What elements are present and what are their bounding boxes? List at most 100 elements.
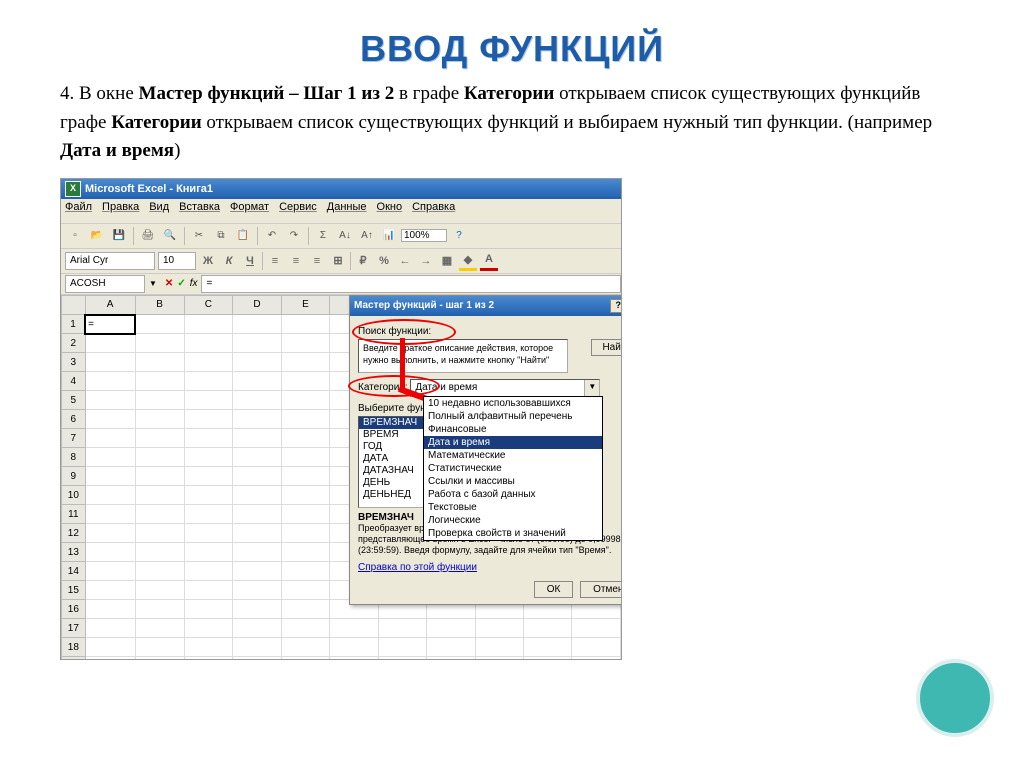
cell[interactable]	[281, 372, 330, 391]
cell[interactable]	[233, 638, 282, 657]
sort-asc-icon[interactable]: A↓	[335, 226, 355, 246]
dropdown-option[interactable]: Финансовые	[424, 423, 602, 436]
formula-input[interactable]: =	[201, 275, 621, 293]
row-header[interactable]: 16	[62, 600, 86, 619]
undo-icon[interactable]: ↶	[262, 226, 282, 246]
cell[interactable]	[281, 619, 330, 638]
cell[interactable]	[233, 524, 282, 543]
name-box[interactable]: ACOSH	[65, 275, 145, 293]
dropdown-option[interactable]: Проверка свойств и значений	[424, 527, 602, 540]
menu-item[interactable]: Файл	[65, 201, 92, 221]
save-icon[interactable]: 💾	[109, 226, 129, 246]
cell[interactable]	[281, 524, 330, 543]
cell[interactable]	[233, 429, 282, 448]
cell[interactable]	[572, 638, 621, 657]
indent-dec-icon[interactable]: ←	[396, 252, 414, 270]
menu-item[interactable]: Вид	[149, 201, 169, 221]
cell[interactable]	[475, 638, 523, 657]
row-header[interactable]: 5	[62, 391, 86, 410]
namebox-arrow-icon[interactable]: ▼	[149, 279, 157, 288]
align-left-icon[interactable]: ≡	[266, 252, 284, 270]
cell[interactable]	[135, 486, 184, 505]
open-icon[interactable]: 📂	[87, 226, 107, 246]
fx-icon[interactable]: fx	[190, 278, 198, 289]
chart-icon[interactable]: 📊	[379, 226, 399, 246]
cell[interactable]	[281, 486, 330, 505]
corner-cell[interactable]	[62, 295, 86, 315]
cell[interactable]	[85, 562, 135, 581]
cell[interactable]	[281, 391, 330, 410]
cell[interactable]	[281, 334, 330, 353]
bold-icon[interactable]: Ж	[199, 252, 217, 270]
cell[interactable]	[524, 657, 572, 660]
fillcolor-icon[interactable]: ◆	[459, 250, 477, 271]
help-link[interactable]: Справка по этой функции	[358, 562, 477, 573]
cell[interactable]	[85, 657, 135, 660]
dropdown-option[interactable]: 10 недавно использовавшихся	[424, 397, 602, 410]
preview-icon[interactable]: 🔍	[160, 226, 180, 246]
row-header[interactable]: 3	[62, 353, 86, 372]
cell[interactable]	[135, 562, 184, 581]
cell[interactable]	[427, 657, 476, 660]
percent-icon[interactable]: %	[375, 252, 393, 270]
cell[interactable]	[572, 657, 621, 660]
search-input[interactable]: Введите краткое описание действия, котор…	[358, 339, 568, 373]
merge-icon[interactable]: ⊞	[329, 252, 347, 270]
help-button-icon[interactable]: ?	[610, 299, 622, 313]
enter-formula-icon[interactable]: ✓	[177, 278, 185, 289]
underline-icon[interactable]: Ч	[241, 252, 259, 270]
row-header[interactable]: 12	[62, 524, 86, 543]
row-header[interactable]: 8	[62, 448, 86, 467]
cell[interactable]	[135, 581, 184, 600]
column-header[interactable]: C	[184, 295, 233, 315]
cell[interactable]	[233, 448, 282, 467]
column-header[interactable]: A	[85, 295, 135, 315]
cell[interactable]	[135, 448, 184, 467]
row-header[interactable]: 7	[62, 429, 86, 448]
cancel-button[interactable]: Отмена	[580, 581, 622, 598]
cell[interactable]	[281, 315, 330, 334]
currency-icon[interactable]: ₽	[354, 252, 372, 270]
cell[interactable]	[85, 429, 135, 448]
cell[interactable]	[184, 657, 233, 660]
cell[interactable]	[135, 524, 184, 543]
cell[interactable]	[330, 638, 378, 657]
print-icon[interactable]: 🖨	[138, 226, 158, 246]
cell[interactable]	[85, 410, 135, 429]
cell[interactable]	[135, 505, 184, 524]
row-header[interactable]: 1	[62, 315, 86, 334]
cell[interactable]	[85, 391, 135, 410]
ok-button[interactable]: ОК	[534, 581, 574, 598]
cell[interactable]	[378, 657, 427, 660]
cell[interactable]	[233, 391, 282, 410]
new-icon[interactable]: ▫	[65, 226, 85, 246]
cell[interactable]	[233, 543, 282, 562]
cell[interactable]	[135, 391, 184, 410]
menu-item[interactable]: Вставка	[179, 201, 220, 221]
cell[interactable]	[281, 543, 330, 562]
cell[interactable]	[184, 505, 233, 524]
cell[interactable]	[184, 334, 233, 353]
cell[interactable]	[233, 315, 282, 334]
row-header[interactable]: 18	[62, 638, 86, 657]
cell[interactable]	[135, 353, 184, 372]
spreadsheet-grid[interactable]: ABCDEFGHIJK1=234567891011121314151617181…	[61, 295, 621, 660]
find-button[interactable]: Найти	[591, 339, 622, 356]
cell[interactable]	[184, 562, 233, 581]
cell[interactable]	[378, 638, 427, 657]
menu-item[interactable]: Справка	[412, 201, 455, 221]
menu-item[interactable]: Формат	[230, 201, 269, 221]
border-icon[interactable]: ▦	[438, 252, 456, 270]
cell[interactable]	[233, 486, 282, 505]
dropdown-option[interactable]: Полный алфавитный перечень	[424, 410, 602, 423]
row-header[interactable]: 14	[62, 562, 86, 581]
cell[interactable]	[184, 619, 233, 638]
cell[interactable]	[184, 429, 233, 448]
cell[interactable]	[85, 638, 135, 657]
cancel-formula-icon[interactable]: ✕	[165, 278, 173, 289]
cell[interactable]	[85, 467, 135, 486]
cell[interactable]	[281, 410, 330, 429]
cell[interactable]	[135, 372, 184, 391]
paste-icon[interactable]: 📋	[233, 226, 253, 246]
cell[interactable]	[135, 600, 184, 619]
